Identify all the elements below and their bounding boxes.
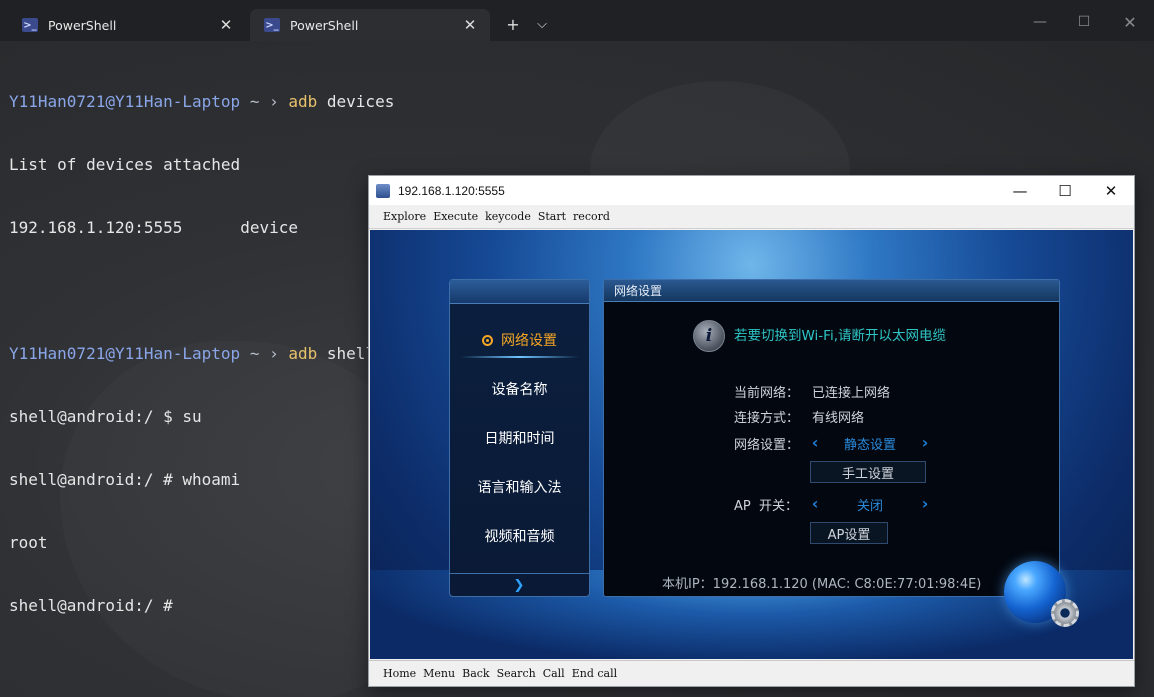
tab-dropdown-icon[interactable]: ⌵ xyxy=(530,10,554,38)
powershell-icon: >_ xyxy=(22,18,38,32)
prompt-chevron: › xyxy=(269,344,289,363)
prompt-line: Y11Han0721@Y11Han-Laptop ~ › adb shell xyxy=(9,343,394,364)
output-line: 192.168.1.120:5555 device xyxy=(9,218,298,237)
network-settings-panel: 网络设置 i 若要切换到Wi-Fi,请断开以太网电缆 当前网络： 已连接上网络 … xyxy=(603,279,1060,597)
output-line: shell@android:/ $ su xyxy=(9,407,202,426)
tab-powershell-2[interactable]: >_ PowerShell ✕ xyxy=(250,9,490,41)
close-tab-icon[interactable]: ✕ xyxy=(460,16,480,34)
device-screen[interactable]: 网络设置 设备名称 日期和时间 语言和输入法 视频和音频 ❯ 网络设置 i 若要… xyxy=(370,230,1133,659)
current-network-value: 已连接上网络 xyxy=(812,386,891,401)
ip-address-info: 本机IP：192.168.1.120 (MAC: C8:0E:77:01:98:… xyxy=(662,577,982,592)
ap-switch-value: 关闭 xyxy=(856,499,883,514)
emulator-menubar: Explore Execute keycode Start record xyxy=(369,205,1134,229)
menu-panel-header xyxy=(450,280,589,304)
ap-settings-button[interactable]: AP设置 xyxy=(810,522,888,544)
menu-start[interactable]: Start xyxy=(538,210,566,223)
java-app-icon xyxy=(376,183,390,198)
menu-item-network-settings[interactable]: 网络设置 xyxy=(450,322,589,358)
command-name: adb xyxy=(288,92,318,111)
tab-label: PowerShell xyxy=(48,17,117,33)
network-mode-value: 静态设置 xyxy=(843,438,896,453)
prompt-user: Y11Han0721@Y11Han-Laptop xyxy=(9,344,241,363)
command-name: adb xyxy=(288,344,318,363)
connection-type-label: 连接方式： xyxy=(734,411,800,426)
wifi-notice: 若要切换到Wi-Fi,请断开以太网电缆 xyxy=(734,328,946,344)
menu-record[interactable]: record xyxy=(573,210,610,223)
terminal-output: Y11Han0721@Y11Han-Laptop ~ › adb devices… xyxy=(9,49,394,637)
menu-execute[interactable]: Execute xyxy=(433,210,478,223)
menu-item-language-input[interactable]: 语言和输入法 xyxy=(450,469,589,505)
gear-icon xyxy=(1051,599,1079,627)
maximize-icon[interactable]: ☐ xyxy=(1042,176,1088,205)
back-button[interactable]: Back xyxy=(462,667,489,680)
manual-setup-button[interactable]: 手工设置 xyxy=(810,461,926,483)
ap-switch-label: AP 开关： xyxy=(734,499,798,514)
close-window-icon[interactable]: ✕ xyxy=(1088,176,1134,205)
minimize-icon[interactable]: — xyxy=(997,176,1043,205)
emulator-titlebar: 192.168.1.120:5555 — ☐ ✕ xyxy=(369,176,1134,205)
network-mode-label: 网络设置： xyxy=(734,438,800,453)
menu-keycode[interactable]: keycode xyxy=(485,210,531,223)
close-tab-icon[interactable]: ✕ xyxy=(216,16,236,34)
prompt-user: Y11Han0721@Y11Han-Laptop xyxy=(9,92,241,111)
info-icon: i xyxy=(693,320,725,352)
tab-powershell-1[interactable]: >_ PowerShell ✕ xyxy=(8,9,246,41)
emulator-keybar: Home Menu Back Search Call End call xyxy=(369,660,1134,686)
menu-divider xyxy=(450,573,589,574)
new-tab-button[interactable]: + xyxy=(500,10,526,38)
tab-label: PowerShell xyxy=(290,17,359,33)
menu-item-video-audio[interactable]: 视频和音频 xyxy=(450,518,589,554)
connection-type-value: 有线网络 xyxy=(812,411,865,426)
current-network-label: 当前网络： xyxy=(734,386,800,401)
close-window-icon[interactable]: ✕ xyxy=(1108,8,1152,36)
prompt-chevron: › xyxy=(269,92,289,111)
output-line: shell@android:/ # whoami xyxy=(9,470,241,489)
powershell-icon: >_ xyxy=(264,18,280,32)
prompt-path: ~ xyxy=(240,344,270,363)
home-button[interactable]: Home xyxy=(383,667,416,680)
emulator-title: 192.168.1.120:5555 xyxy=(398,183,505,198)
menu-item-device-name[interactable]: 设备名称 xyxy=(450,371,589,407)
menu-item-date-time[interactable]: 日期和时间 xyxy=(450,420,589,456)
output-line: shell@android:/ # xyxy=(9,596,173,615)
settings-menu-panel: 网络设置 设备名称 日期和时间 语言和输入法 视频和音频 ❯ xyxy=(449,279,590,597)
end-call-button[interactable]: End call xyxy=(572,667,617,680)
command-args: shell xyxy=(317,344,376,363)
menu-button[interactable]: Menu xyxy=(423,667,455,680)
settings-panel-title: 网络设置 xyxy=(604,280,1059,302)
emulator-window: 192.168.1.120:5555 — ☐ ✕ Explore Execute… xyxy=(368,175,1135,687)
chevron-right-icon[interactable]: › xyxy=(918,433,932,452)
search-button[interactable]: Search xyxy=(497,667,536,680)
chevron-right-icon[interactable]: › xyxy=(918,494,932,513)
menu-item-label: 网络设置 xyxy=(501,333,557,349)
output-line: root xyxy=(9,533,48,552)
menu-explore[interactable]: Explore xyxy=(383,210,426,223)
chevron-down-icon[interactable]: ❯ xyxy=(508,578,530,593)
prompt-line: Y11Han0721@Y11Han-Laptop ~ › adb devices xyxy=(9,91,394,112)
prompt-path: ~ xyxy=(240,92,270,111)
call-button[interactable]: Call xyxy=(543,667,565,680)
command-args: devices xyxy=(317,92,395,111)
minimize-icon[interactable]: — xyxy=(1018,8,1062,36)
selected-radio-icon xyxy=(482,334,493,346)
output-line: List of devices attached xyxy=(9,155,241,174)
maximize-icon[interactable]: ☐ xyxy=(1062,8,1106,36)
